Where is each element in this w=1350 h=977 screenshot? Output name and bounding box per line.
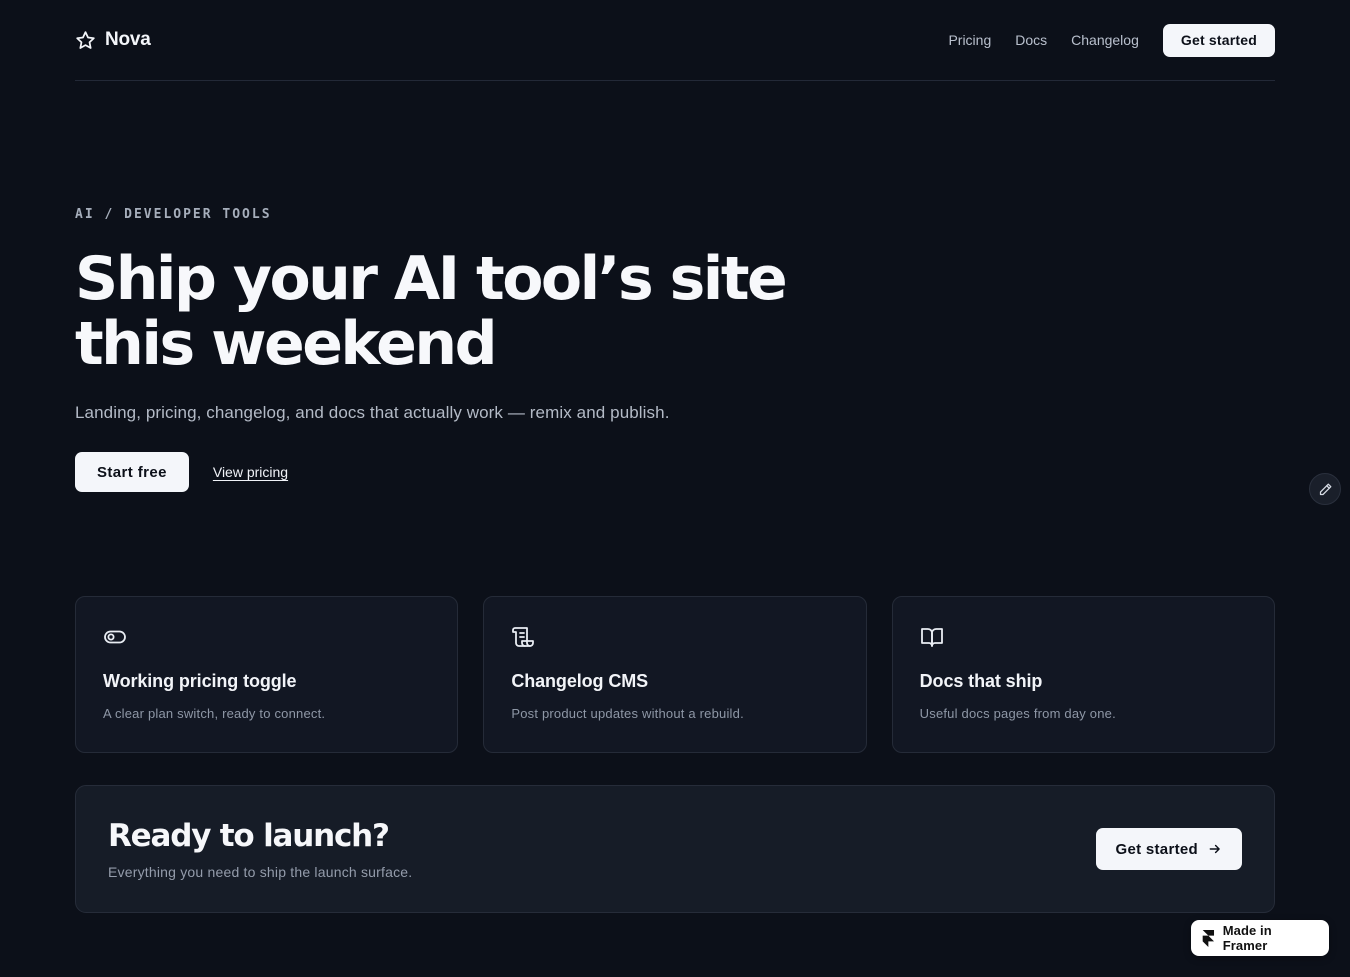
hero-subtitle: Landing, pricing, changelog, and docs th… (75, 403, 670, 422)
top-nav: Nova Pricing Docs Changelog Get started (75, 0, 1275, 81)
nav-link-docs[interactable]: Docs (1015, 32, 1047, 48)
feature-title: Docs that ship (919, 671, 1043, 691)
feature-card-changelog: Changelog CMS Post product updates witho… (483, 596, 867, 753)
cta-get-started-button[interactable]: Get started (1095, 828, 1242, 870)
brand-logo[interactable]: Nova (75, 29, 151, 51)
made-in-framer-badge[interactable]: Made in Framer (1191, 920, 1329, 956)
feature-description: Post product updates without a rebuild. (511, 706, 744, 721)
star-icon (76, 30, 95, 49)
feature-description: A clear plan switch, ready to connect. (103, 706, 326, 721)
cta-text: Ready to launch? Everything you need to … (108, 818, 412, 880)
nav-links: Pricing Docs Changelog Get started (948, 23, 1275, 57)
feature-title: Changelog CMS (511, 671, 649, 691)
badge-label: Made in Framer (1222, 923, 1272, 953)
framer-logo-icon (1202, 929, 1215, 947)
nav-link-changelog[interactable]: Changelog (1071, 32, 1139, 48)
edit-button[interactable] (1309, 473, 1341, 505)
hero-title: Ship your AI tool’s site this weekend (75, 244, 788, 379)
toggle-icon (104, 630, 126, 644)
features-section: Working pricing toggle A clear plan swit… (75, 596, 1275, 753)
nav-get-started-button[interactable]: Get started (1162, 23, 1275, 57)
feature-card-pricing-toggle: Working pricing toggle A clear plan swit… (75, 596, 459, 753)
pencil-icon (1319, 483, 1331, 495)
cta-panel: Ready to launch? Everything you need to … (75, 785, 1275, 913)
scroll-icon (512, 627, 535, 647)
view-pricing-link[interactable]: View pricing (213, 464, 288, 480)
cta-button-label: Get started (1115, 840, 1198, 858)
book-open-icon (920, 628, 943, 647)
hero-eyebrow: AI / DEVELOPER TOOLS (75, 207, 272, 222)
start-free-button[interactable]: Start free (75, 452, 189, 492)
hero-actions: Start free View pricing (75, 452, 288, 492)
feature-card-docs: Docs that ship Useful docs pages from da… (891, 596, 1275, 753)
arrow-right-icon (1209, 844, 1220, 854)
brand-name: Nova (105, 29, 151, 50)
nav-link-pricing[interactable]: Pricing (948, 32, 991, 48)
cta-subtitle: Everything you need to ship the launch s… (108, 864, 413, 880)
feature-description: Useful docs pages from day one. (919, 706, 1116, 721)
cta-title: Ready to launch? (108, 818, 390, 854)
feature-title: Working pricing toggle (103, 671, 297, 691)
